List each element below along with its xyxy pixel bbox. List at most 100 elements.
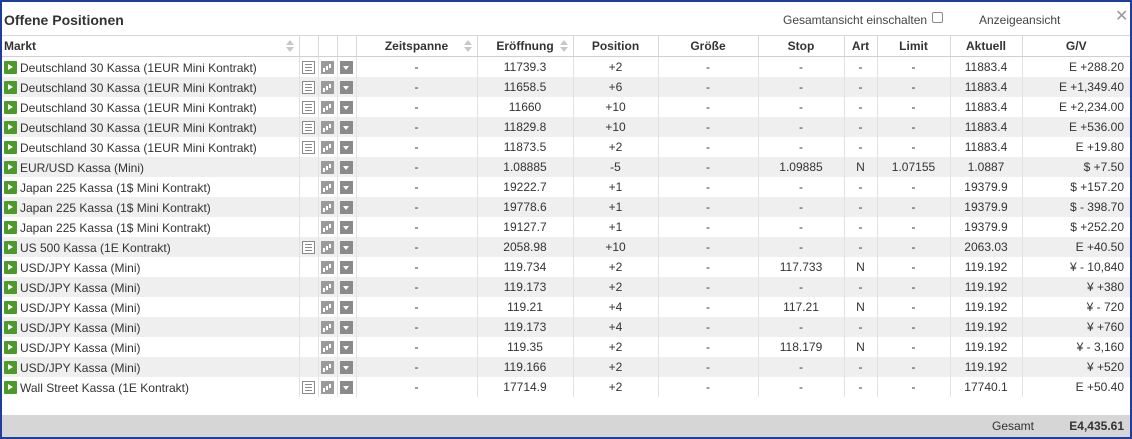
document-icon[interactable]	[302, 381, 315, 395]
document-icon[interactable]	[302, 141, 315, 155]
menu-cell[interactable]	[336, 197, 356, 217]
chart-cell[interactable]	[317, 357, 337, 377]
chart-icon[interactable]	[321, 361, 334, 375]
market-name[interactable]: USD/JPY Kassa (Mini)	[20, 320, 140, 334]
dropdown-arrow-icon[interactable]	[340, 341, 353, 355]
chart-icon[interactable]	[321, 161, 334, 175]
column-header-pnl[interactable]: G/V	[1021, 35, 1130, 57]
table-row[interactable]: USD/JPY Kassa (Mini) -119.173 +2- - - -119.19…	[2, 277, 1130, 297]
market-cell[interactable]: EUR/USD Kassa (Mini)	[2, 157, 299, 177]
dropdown-arrow-icon[interactable]	[340, 201, 353, 215]
market-name[interactable]: Deutschland 30 Kassa (1EUR Mini Kontrakt…	[20, 60, 257, 74]
table-row[interactable]: Deutschland 30 Kassa (1EUR Mini Kontrakt…	[2, 117, 1130, 137]
table-row[interactable]: Japan 225 Kassa (1$ Mini Kontrakt) -19127…	[2, 217, 1130, 237]
chart-icon[interactable]	[321, 341, 334, 355]
menu-cell[interactable]	[336, 317, 356, 337]
table-row[interactable]: Japan 225 Kassa (1$ Mini Kontrakt) -19778…	[2, 197, 1130, 217]
market-cell[interactable]: USD/JPY Kassa (Mini)	[2, 257, 299, 277]
dropdown-arrow-icon[interactable]	[340, 121, 353, 135]
chart-icon[interactable]	[321, 241, 334, 255]
chart-icon[interactable]	[321, 301, 334, 315]
chart-cell[interactable]	[317, 56, 337, 77]
market-cell[interactable]: USD/JPY Kassa (Mini)	[2, 297, 299, 317]
doc-cell[interactable]	[298, 237, 318, 257]
chart-cell[interactable]	[317, 157, 337, 177]
chart-cell[interactable]	[317, 257, 337, 277]
chart-cell[interactable]	[317, 137, 337, 157]
chart-icon[interactable]	[321, 141, 334, 155]
dropdown-arrow-icon[interactable]	[340, 161, 353, 175]
chart-icon[interactable]	[321, 181, 334, 195]
table-row[interactable]: Japan 225 Kassa (1$ Mini Kontrakt) -19222…	[2, 177, 1130, 197]
menu-cell[interactable]	[336, 217, 356, 237]
view-mode-button[interactable]: Anzeigeansicht	[979, 13, 1060, 27]
market-name[interactable]: Deutschland 30 Kassa (1EUR Mini Kontrakt…	[20, 100, 257, 114]
column-header-type[interactable]: Art	[843, 35, 877, 57]
table-row[interactable]: Wall Street Kassa (1E Kontrakt) -17714.9 +…	[2, 377, 1130, 397]
dropdown-arrow-icon[interactable]	[340, 361, 353, 375]
chart-icon[interactable]	[321, 281, 334, 295]
market-cell[interactable]: Deutschland 30 Kassa (1EUR Mini Kontrakt…	[2, 77, 299, 97]
chart-icon[interactable]	[321, 261, 334, 275]
dropdown-arrow-icon[interactable]	[340, 101, 353, 115]
chart-icon[interactable]	[321, 321, 334, 335]
document-icon[interactable]	[302, 101, 315, 115]
column-header-position[interactable]: Position	[572, 35, 658, 57]
table-row[interactable]: USD/JPY Kassa (Mini) -119.734 +2-117.733 N -…	[2, 257, 1130, 277]
dropdown-arrow-icon[interactable]	[340, 261, 353, 275]
menu-cell[interactable]	[336, 77, 356, 97]
dropdown-arrow-icon[interactable]	[340, 381, 353, 395]
play-icon[interactable]	[4, 200, 17, 214]
document-icon[interactable]	[302, 241, 315, 255]
document-icon[interactable]	[302, 61, 315, 75]
document-icon[interactable]	[302, 81, 315, 95]
menu-cell[interactable]	[336, 297, 356, 317]
menu-cell[interactable]	[336, 157, 356, 177]
market-cell[interactable]: Deutschland 30 Kassa (1EUR Mini Kontrakt…	[2, 137, 299, 157]
market-name[interactable]: USD/JPY Kassa (Mini)	[20, 360, 140, 374]
menu-cell[interactable]	[336, 277, 356, 297]
market-name[interactable]: USD/JPY Kassa (Mini)	[20, 340, 140, 354]
menu-cell[interactable]	[336, 97, 356, 117]
market-cell[interactable]: Japan 225 Kassa (1$ Mini Kontrakt)	[2, 217, 299, 237]
chart-cell[interactable]	[317, 77, 337, 97]
market-name[interactable]: EUR/USD Kassa (Mini)	[20, 160, 144, 174]
chart-cell[interactable]	[317, 237, 337, 257]
play-icon[interactable]	[4, 360, 17, 374]
dropdown-arrow-icon[interactable]	[340, 61, 353, 75]
dropdown-arrow-icon[interactable]	[340, 321, 353, 335]
menu-cell[interactable]	[336, 257, 356, 277]
doc-cell[interactable]	[298, 377, 318, 397]
play-icon[interactable]	[4, 140, 17, 154]
table-row[interactable]: Deutschland 30 Kassa (1EUR Mini Kontrakt…	[2, 56, 1130, 78]
play-icon[interactable]	[4, 260, 17, 274]
chart-cell[interactable]	[317, 337, 337, 357]
play-icon[interactable]	[4, 340, 17, 354]
chart-icon[interactable]	[321, 61, 334, 75]
table-row[interactable]: Deutschland 30 Kassa (1EUR Mini Kontrakt…	[2, 77, 1130, 97]
market-name[interactable]: USD/JPY Kassa (Mini)	[20, 280, 140, 294]
menu-cell[interactable]	[336, 357, 356, 377]
dropdown-arrow-icon[interactable]	[340, 301, 353, 315]
chart-cell[interactable]	[317, 117, 337, 137]
menu-cell[interactable]	[336, 237, 356, 257]
market-cell[interactable]: Deutschland 30 Kassa (1EUR Mini Kontrakt…	[2, 57, 299, 78]
column-header-size[interactable]: Größe	[657, 35, 758, 57]
chart-icon[interactable]	[321, 201, 334, 215]
market-cell[interactable]: USD/JPY Kassa (Mini)	[2, 357, 299, 377]
menu-cell[interactable]	[336, 377, 356, 397]
sort-icon[interactable]	[463, 39, 472, 53]
chart-cell[interactable]	[317, 217, 337, 237]
column-header-timespan[interactable]: Zeitspanne	[355, 35, 477, 57]
column-header-current[interactable]: Aktuell	[949, 35, 1022, 57]
play-icon[interactable]	[4, 180, 17, 194]
market-cell[interactable]: USD/JPY Kassa (Mini)	[2, 337, 299, 357]
column-header-stop[interactable]: Stop	[757, 35, 844, 57]
doc-cell[interactable]	[298, 56, 318, 77]
doc-cell[interactable]	[298, 97, 318, 117]
document-icon[interactable]	[302, 121, 315, 135]
market-name[interactable]: Wall Street Kassa (1E Kontrakt)	[20, 380, 189, 394]
play-icon[interactable]	[4, 220, 17, 234]
play-icon[interactable]	[4, 380, 17, 394]
table-row[interactable]: EUR/USD Kassa (Mini) -1.08885 -5-1.09885 N 1…	[2, 157, 1130, 177]
